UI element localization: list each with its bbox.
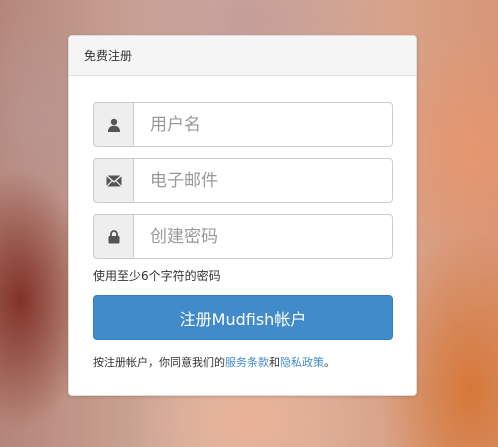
password-hint: 使用至少6个字符的密码 [93,269,221,283]
register-button[interactable]: 注册Mudfish帐户 [93,295,393,340]
email-input[interactable] [133,158,393,203]
user-icon [93,102,133,147]
password-input[interactable] [133,214,393,259]
panel-title: 免费注册 [69,36,416,76]
signup-panel: 免费注册 使用至少6个字符的密码 注册Mudf [68,35,417,396]
terms-of-service-link[interactable]: 服务条款 [225,356,269,369]
email-input-group [93,158,393,203]
terms-suffix: 。 [324,356,335,369]
terms-notice: 按注册帐户，你同意我们的服务条款和隐私政策。 [93,354,335,370]
username-input-group [93,102,393,147]
lock-icon [93,214,133,259]
password-input-group [93,214,393,259]
username-input[interactable] [133,102,393,147]
terms-joiner: 和 [269,356,280,369]
envelope-icon [93,158,133,203]
privacy-policy-link[interactable]: 隐私政策 [280,356,324,369]
terms-prefix: 按注册帐户，你同意我们的 [93,356,225,369]
